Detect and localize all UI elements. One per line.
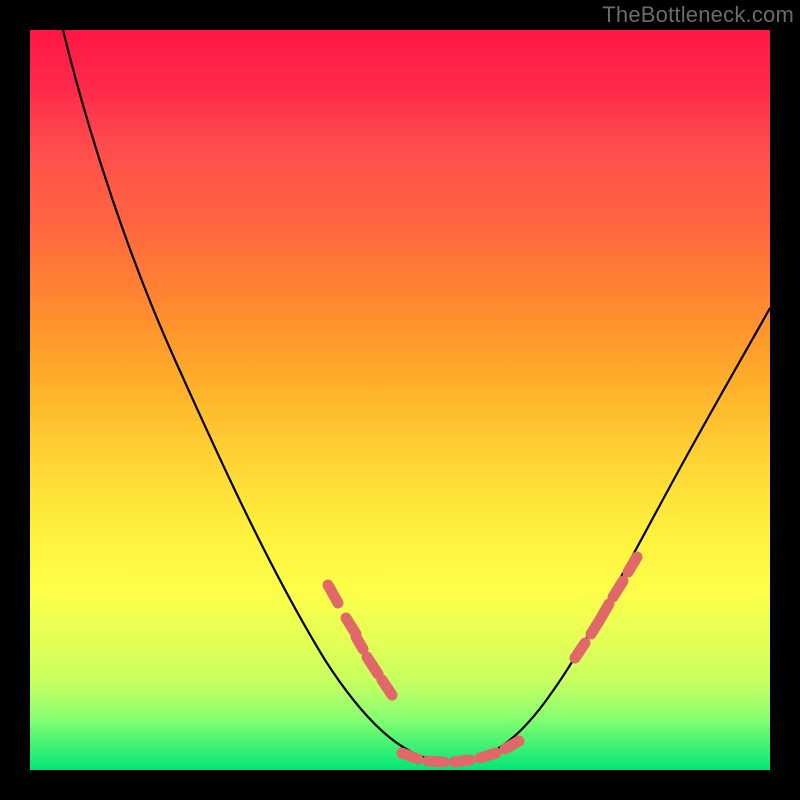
highlight-dashes-right: [575, 557, 637, 658]
watermark-text: TheBottleneck.com: [602, 2, 794, 28]
curve-path: [63, 30, 770, 762]
bottleneck-curve-svg: [30, 30, 770, 770]
highlight-dashes-bottom: [402, 741, 519, 762]
chart-plot-area: [30, 30, 770, 770]
